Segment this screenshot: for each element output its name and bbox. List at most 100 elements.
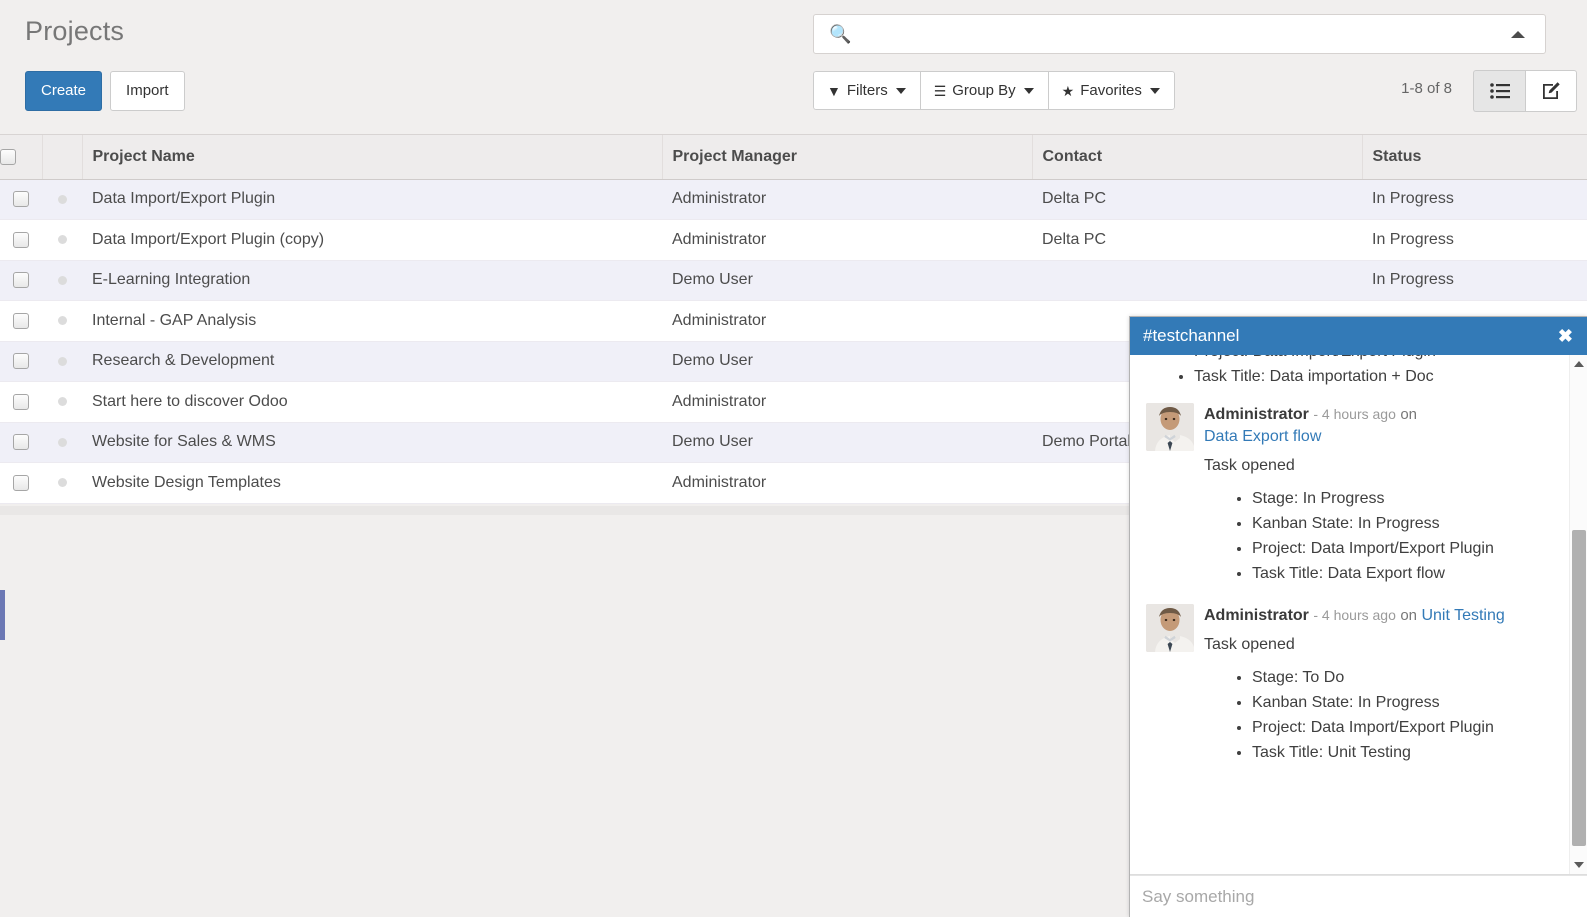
- favorites-dropdown-button[interactable]: ★ Favorites: [1047, 71, 1175, 110]
- table-row[interactable]: Data Import/Export Plugin Administrator De…: [0, 179, 1587, 220]
- message-text: Task opened: [1204, 457, 1295, 474]
- cell-status[interactable]: In Progress: [1362, 260, 1587, 301]
- table-row[interactable]: Data Import/Export Plugin (copy) Administ…: [0, 219, 1587, 261]
- status-dot-icon: [57, 437, 67, 447]
- message-bullet: Task Title: Unit Testing: [1252, 740, 1561, 765]
- triangle-down-icon: [1574, 862, 1584, 868]
- message-author: Administrator: [1204, 607, 1309, 624]
- status-dot-icon: [57, 275, 67, 285]
- cell-project-manager[interactable]: Administrator: [662, 219, 1032, 261]
- import-button[interactable]: Import: [110, 71, 185, 111]
- cell-project-manager[interactable]: Demo User: [662, 260, 1032, 301]
- form-view-button[interactable]: [1525, 70, 1577, 112]
- cell-project-manager[interactable]: Administrator: [662, 300, 1032, 342]
- search-icon: 🔍: [829, 24, 852, 44]
- avatar: [1146, 604, 1194, 652]
- cell-project-manager[interactable]: Administrator: [662, 462, 1032, 504]
- status-dot-icon: [57, 194, 67, 204]
- cell-project-name[interactable]: Data Import/Export Plugin (copy): [82, 219, 662, 261]
- chat-message-input[interactable]: [1140, 885, 1577, 908]
- cell-project-name[interactable]: Website for Sales & WMS: [82, 422, 662, 463]
- message-record-link[interactable]: Unit Testing: [1421, 607, 1504, 624]
- message-main: Administrator - 4 hours ago on Data Expor…: [1204, 403, 1561, 586]
- cell-project-name[interactable]: Research & Development: [82, 341, 662, 382]
- cell-contact[interactable]: [1032, 260, 1362, 301]
- row-checkbox[interactable]: [13, 191, 29, 208]
- row-checkbox[interactable]: [13, 474, 29, 491]
- row-select-cell: [0, 462, 42, 504]
- scroll-up-icon[interactable]: [1570, 355, 1587, 373]
- scroll-down-icon[interactable]: [1570, 856, 1587, 874]
- collapsed-chat-tab[interactable]: [0, 590, 5, 640]
- breadcrumb: Projects: [25, 14, 124, 48]
- cell-project-manager[interactable]: Demo User: [662, 341, 1032, 382]
- message-timestamp: - 4 hours ago: [1313, 406, 1396, 422]
- search-filter-group: ▼ Filters ☰ Group By ★ Favorites: [813, 71, 1175, 110]
- cell-project-name[interactable]: Data Import/Export Plugin: [82, 179, 662, 220]
- column-header-status[interactable]: Status: [1362, 135, 1587, 180]
- chat-message: Administrator - 4 hours ago on Unit Test…: [1138, 590, 1561, 769]
- row-checkbox[interactable]: [13, 353, 29, 370]
- indicator-header: [42, 135, 83, 180]
- scrollbar-thumb[interactable]: [1572, 530, 1586, 846]
- chat-scrollbar[interactable]: [1569, 355, 1587, 874]
- row-checkbox[interactable]: [13, 434, 29, 451]
- cell-project-manager[interactable]: Administrator: [662, 179, 1032, 220]
- row-select-cell: [0, 219, 42, 261]
- cell-project-name[interactable]: Internal - GAP Analysis: [82, 300, 662, 342]
- cell-contact[interactable]: Delta PC: [1032, 219, 1362, 261]
- pencil-square-icon: [1543, 82, 1560, 99]
- message-bullet: Kanban State: In Progress: [1252, 690, 1561, 715]
- cell-project-name[interactable]: Start here to discover Odoo: [82, 381, 662, 423]
- row-checkbox[interactable]: [13, 393, 29, 410]
- group-by-label: Group By: [952, 82, 1016, 99]
- search-bar[interactable]: 🔍: [813, 14, 1546, 54]
- message-on-label: on: [1400, 406, 1417, 423]
- row-checkbox[interactable]: [13, 272, 29, 289]
- cell-project-manager[interactable]: Administrator: [662, 381, 1032, 423]
- cell-project-manager[interactable]: Demo User: [662, 422, 1032, 463]
- row-select-cell: [0, 300, 42, 342]
- cell-contact[interactable]: Delta PC: [1032, 179, 1362, 220]
- search-input[interactable]: [859, 24, 1507, 44]
- row-indicator-cell: [42, 260, 82, 301]
- row-indicator-cell: [42, 179, 82, 220]
- group-by-dropdown-button[interactable]: ☰ Group By: [919, 71, 1048, 110]
- cell-project-name[interactable]: Website Design Templates: [82, 462, 662, 504]
- row-indicator-cell: [42, 462, 82, 504]
- chat-channel-title: #testchannel: [1143, 326, 1240, 345]
- caret-up-icon: [1511, 30, 1525, 38]
- status-dot-icon: [57, 316, 67, 326]
- row-select-cell: [0, 422, 42, 463]
- view-switcher: [1473, 70, 1577, 112]
- control-panel: Projects Create Import 🔍 ▼ Filters ☰ Gro…: [0, 0, 1587, 135]
- table-row[interactable]: E-Learning Integration Demo User In Progre…: [0, 260, 1587, 301]
- chat-window-header[interactable]: #testchannel ✖: [1130, 317, 1587, 355]
- cell-status[interactable]: In Progress: [1362, 219, 1587, 261]
- chat-composer: [1130, 875, 1587, 917]
- favorites-label: Favorites: [1080, 82, 1142, 99]
- column-header-project-name[interactable]: Project Name: [82, 135, 663, 180]
- row-checkbox[interactable]: [13, 312, 29, 329]
- chat-message: Administrator - 4 hours ago on Data Expor…: [1138, 389, 1561, 590]
- row-checkbox[interactable]: [13, 231, 29, 248]
- cell-project-name[interactable]: E-Learning Integration: [82, 260, 662, 301]
- filters-dropdown-button[interactable]: ▼ Filters: [813, 71, 920, 110]
- message-record-link[interactable]: Data Export flow: [1204, 428, 1321, 445]
- create-button[interactable]: Create: [25, 71, 103, 111]
- avatar-image: [1146, 604, 1194, 652]
- column-header-project-manager[interactable]: Project Manager: [662, 135, 1033, 180]
- message-bullet: Stage: To Do: [1252, 665, 1561, 690]
- list-view-button[interactable]: [1473, 70, 1525, 112]
- odoo-app-window: Projects Create Import 🔍 ▼ Filters ☰ Gro…: [0, 0, 1587, 917]
- cell-status[interactable]: In Progress: [1362, 179, 1587, 220]
- pager-counter[interactable]: 1-8 of 8: [1401, 80, 1452, 97]
- select-all-header: [0, 135, 43, 180]
- search-dropdown-toggle[interactable]: [1507, 23, 1529, 45]
- column-header-contact[interactable]: Contact: [1032, 135, 1363, 180]
- table-header: Project Name Project Manager Contact Sta…: [0, 135, 1587, 180]
- close-icon[interactable]: ✖: [1556, 327, 1575, 345]
- message-body: Task opened Stage: To DoKanban State: In …: [1204, 633, 1561, 765]
- select-all-checkbox[interactable]: [0, 148, 16, 165]
- chevron-down-icon: [895, 87, 906, 94]
